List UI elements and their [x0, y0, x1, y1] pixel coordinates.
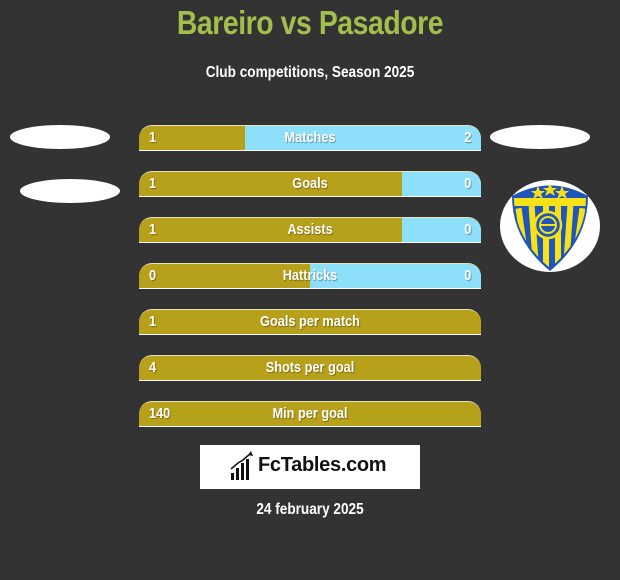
right-value: 0	[463, 175, 471, 192]
left-value: 0	[149, 267, 157, 284]
club-badge	[500, 180, 600, 272]
stat-label: Goals per match	[260, 313, 360, 330]
competition-subtitle: Club competitions, Season 2025	[205, 64, 415, 81]
stat-row: 140 Min per goal	[139, 401, 481, 427]
stat-row: 1 Matches 2	[139, 125, 481, 151]
right-value: 0	[463, 221, 471, 238]
club-crest-icon	[512, 183, 588, 271]
stat-label: Shots per goal	[265, 359, 355, 376]
stat-row: 1 Goals per match	[139, 309, 481, 335]
report-date: 24 february 2025	[256, 501, 364, 518]
stat-row: 1 Assists 0	[139, 217, 481, 243]
right-player-placeholder	[490, 125, 590, 149]
fctables-logo[interactable]: FcTables.com	[200, 445, 420, 489]
stat-row: 0 Hattricks 0	[139, 263, 481, 289]
stat-row: 4 Shots per goal	[139, 355, 481, 381]
stat-label: Matches	[284, 129, 336, 146]
left-player-placeholder-bottom	[20, 179, 120, 203]
left-value: 1	[149, 313, 157, 330]
stat-row: 1 Goals 0	[139, 171, 481, 197]
brand-name: FcTables.com	[258, 454, 387, 476]
left-value: 1	[149, 175, 157, 192]
page-title: Bareiro vs Pasadore	[176, 4, 444, 41]
right-value: 0	[463, 267, 471, 284]
right-value: 2	[463, 129, 471, 146]
stat-label: Goals	[292, 175, 328, 192]
left-player-placeholder-top	[10, 125, 110, 149]
stat-label: Assists	[287, 221, 333, 238]
bar-chart-icon	[230, 451, 253, 480]
stat-label: Hattricks	[282, 267, 338, 284]
left-value: 1	[149, 221, 157, 238]
left-value: 4	[149, 359, 157, 376]
left-value: 1	[149, 129, 157, 146]
stat-label: Min per goal	[272, 405, 348, 422]
